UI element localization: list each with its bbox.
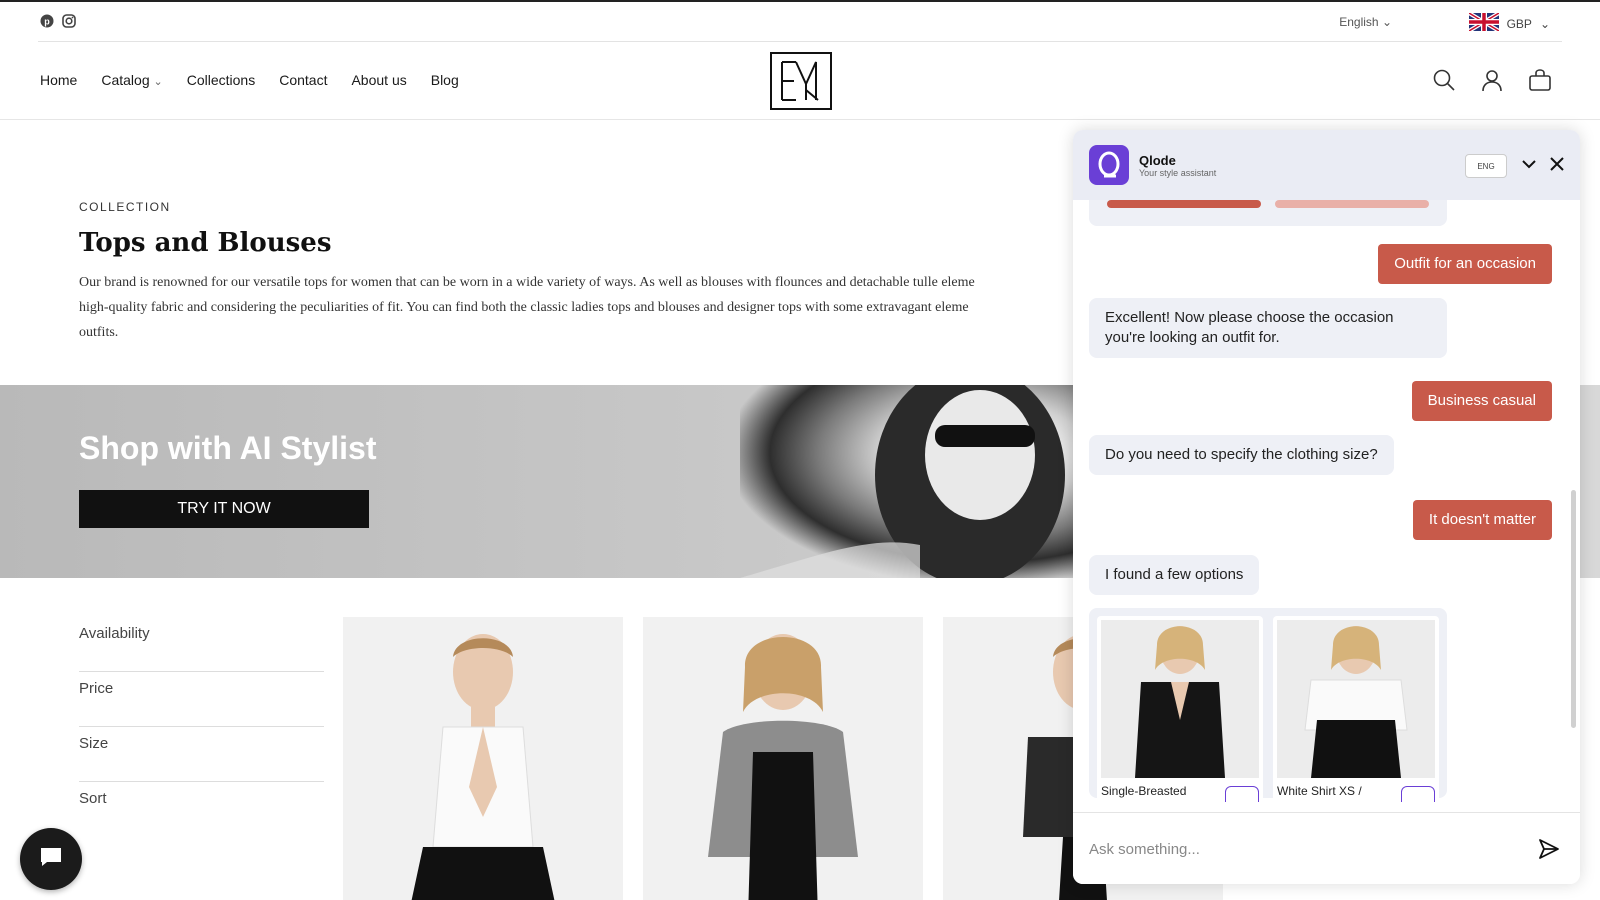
filter-size[interactable]: Size [79,727,324,782]
collection-intro: COLLECTION Tops and Blouses Our brand is… [79,200,1079,345]
pinterest-icon[interactable]: p [40,14,54,28]
previous-option-button[interactable] [1107,200,1261,208]
suggested-product-image [1101,620,1259,778]
chat-icon [38,845,64,874]
chevron-down-icon: ⌄ [1539,16,1550,31]
bot-message: I found a few options [1089,555,1260,595]
currency-selector[interactable]: GBP ⌄ [1467,11,1550,34]
user-message: Outfit for an occasion [1378,244,1552,284]
product-card[interactable] [643,617,923,900]
suggested-product-card[interactable]: Single-Breasted [1097,616,1263,802]
chat-messages: Outfit for an occasion Excellent! Now pl… [1073,200,1580,812]
instagram-icon[interactable] [62,14,76,28]
header-icons [1432,68,1552,92]
product-card[interactable] [343,617,623,900]
suggested-product-action[interactable] [1225,786,1259,802]
chat-scrollbar[interactable] [1571,490,1576,728]
chat-subtitle: Your style assistant [1139,168,1217,178]
description-line: outfits. [79,325,119,340]
product-image [411,634,555,900]
nav-catalog-label: Catalog [101,72,150,88]
collection-description: Our brand is renowned for our versatile … [79,270,1073,345]
bot-message: Excellent! Now please choose the occasio… [1089,298,1447,358]
chat-title: Qlode [1139,153,1176,168]
previous-options-card [1089,200,1447,226]
try-it-now-button[interactable]: TRY IT NOW [79,490,369,528]
suggested-product-title: White Shirt XS / [1277,784,1362,798]
filter-price[interactable]: Price [79,672,324,727]
account-icon[interactable] [1480,68,1504,92]
uk-flag-icon [1467,11,1500,34]
nav-about[interactable]: About us [351,72,406,88]
nav-contact[interactable]: Contact [279,72,327,88]
language-selector[interactable]: English ⌄ [1339,15,1392,29]
page-title: Tops and Blouses [79,228,332,258]
search-icon[interactable] [1432,68,1456,92]
user-message: Business casual [1411,381,1552,421]
bot-message: Do you need to specify the clothing size… [1089,435,1394,475]
suggested-product-image [1277,620,1435,778]
chevron-down-icon: ⌄ [1381,15,1392,29]
top-bar-inner: p English ⌄ GBP ⌄ [38,2,1562,42]
send-icon[interactable] [1538,838,1560,860]
filter-availability[interactable]: Availability [79,617,324,672]
chat-header: Qlode Your style assistant ENG [1073,130,1580,200]
suggested-product-action[interactable] [1401,786,1435,802]
collection-eyebrow: COLLECTION [79,200,171,214]
user-message: It doesn't matter [1412,500,1552,540]
svg-text:p: p [44,17,50,27]
cart-icon[interactable] [1528,68,1552,92]
chevron-down-icon: ⌄ [153,76,163,88]
chat-widget: Qlode Your style assistant ENG Outfit fo… [1073,130,1580,884]
chat-language-button[interactable]: ENG [1465,154,1507,178]
description-line: high-quality fabric and considering the … [79,300,969,315]
banner-title: Shop with AI Stylist [79,430,377,466]
filter-sort[interactable]: Sort [79,782,324,837]
product-suggestions: Single-Breasted White Shirt XS / [1089,608,1447,802]
nav-catalog[interactable]: Catalog ⌄ [101,72,162,88]
minimize-chevron-icon[interactable] [1519,154,1539,174]
description-line: Our brand is renowned for our versatile … [79,275,975,290]
qlode-logo-icon [1089,145,1129,185]
main-header: Home Catalog ⌄ Collections Contact About… [0,42,1600,120]
close-icon[interactable] [1547,154,1567,174]
brand-logo[interactable] [770,52,832,110]
nav-blog[interactable]: Blog [431,72,459,88]
main-menu: Home Catalog ⌄ Collections Contact About… [40,72,459,88]
product-image [708,634,858,900]
top-bar: p English ⌄ GBP ⌄ [0,0,1600,42]
chat-composer [1073,812,1580,884]
currency-label: GBP [1506,16,1532,31]
social-links: p [40,14,76,28]
nav-home[interactable]: Home [40,72,77,88]
suggested-product-title: Single-Breasted [1101,784,1187,798]
filter-sidebar: Availability Price Size Sort [79,617,324,837]
previous-option-button[interactable] [1275,200,1429,208]
language-label: English [1339,15,1379,29]
suggested-product-card[interactable]: White Shirt XS / [1273,616,1439,802]
chat-launcher-button[interactable] [20,828,82,890]
chat-input[interactable] [1089,835,1509,863]
nav-collections[interactable]: Collections [187,72,255,88]
